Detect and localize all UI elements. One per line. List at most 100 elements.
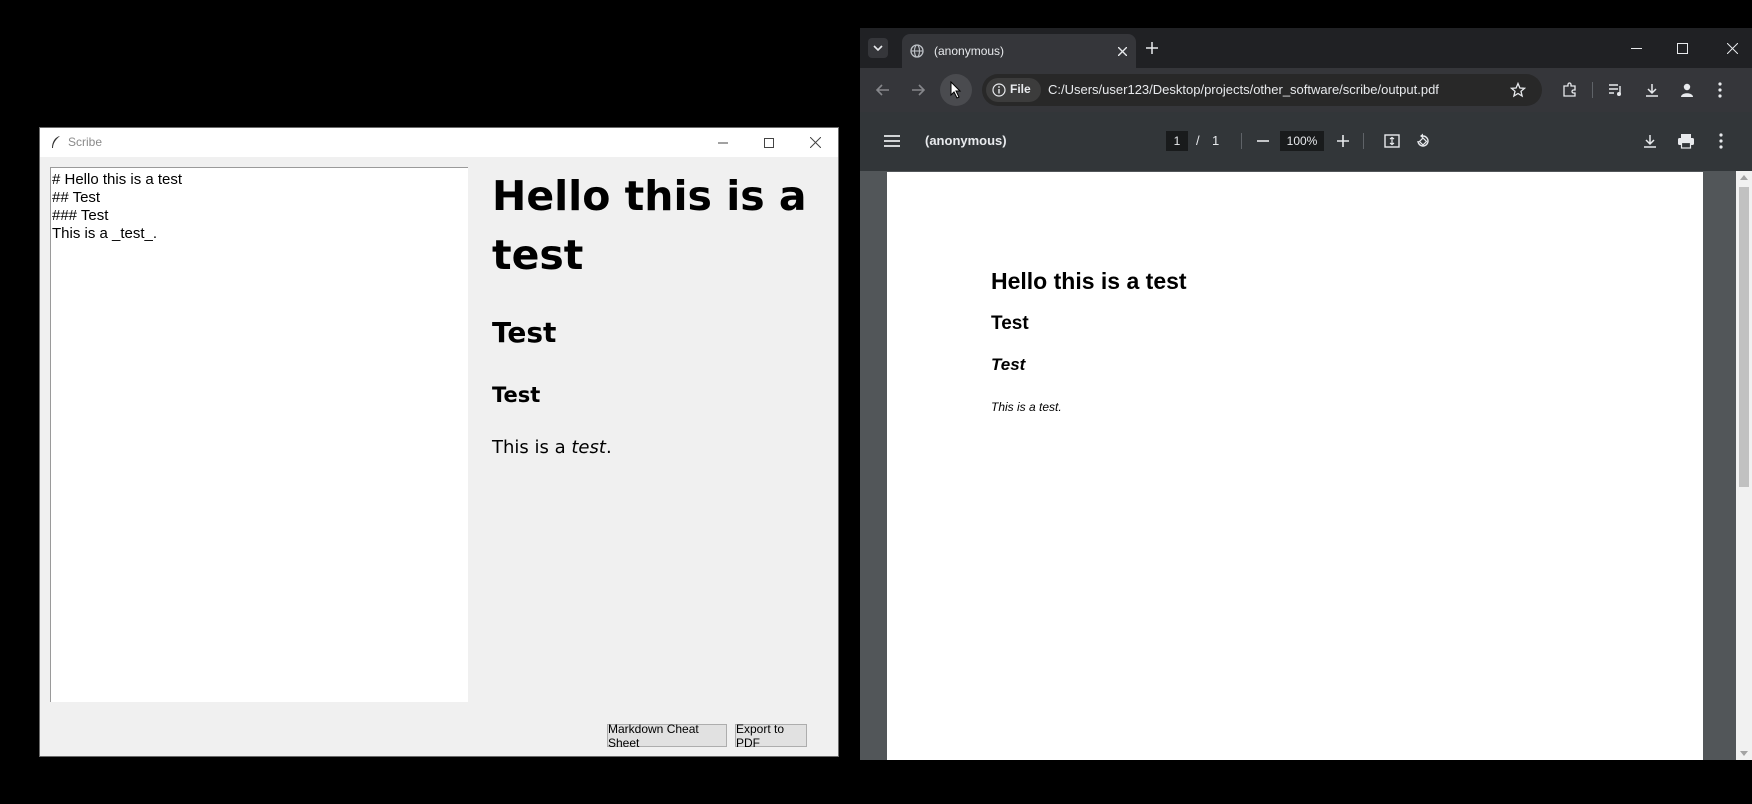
print-button[interactable] [1676, 131, 1696, 151]
title-bar[interactable]: Scribe [40, 128, 838, 157]
tab-strip: (anonymous) [860, 28, 1752, 68]
sidebar-menu-button[interactable] [882, 131, 902, 151]
page-total: 1 [1212, 133, 1220, 148]
new-tab-button[interactable] [1142, 38, 1162, 58]
fit-to-page-button[interactable] [1382, 131, 1402, 151]
mouse-cursor-icon [950, 81, 962, 99]
tab-title: (anonymous) [934, 44, 1005, 58]
download-icon [1644, 135, 1656, 148]
preview-paragraph-text: This is a [492, 437, 572, 458]
back-button[interactable] [873, 80, 893, 100]
toolbar-divider [1241, 133, 1242, 149]
minimize-button[interactable] [1626, 38, 1646, 58]
preview-emphasis: test [571, 437, 606, 458]
media-controls-button[interactable] [1606, 80, 1626, 100]
minimize-button[interactable] [700, 128, 746, 157]
puzzle-icon [1563, 82, 1576, 97]
tab-search-button[interactable] [868, 38, 888, 58]
close-window-button[interactable] [1722, 38, 1742, 58]
forward-button[interactable] [908, 80, 928, 100]
browser-tab[interactable]: (anonymous) [902, 34, 1136, 68]
pdf-heading-2: Test [991, 313, 1029, 334]
page-separator: / [1196, 133, 1200, 148]
download-icon [1646, 84, 1658, 97]
pdf-heading-1: Hello this is a test [991, 268, 1187, 294]
plus-icon [1337, 135, 1349, 147]
close-icon [809, 137, 821, 148]
info-icon [992, 83, 1006, 97]
address-bar[interactable]: File C:/Users/user123/Desktop/projects/o… [982, 74, 1542, 106]
scrollbar-thumb[interactable] [1739, 187, 1749, 487]
rotate-button[interactable] [1413, 131, 1433, 151]
browser-menu-button[interactable] [1710, 80, 1730, 100]
pdf-heading-3: Test [991, 355, 1026, 374]
scroll-up-arrow-icon [1740, 175, 1748, 180]
preview-paragraph: This is a test. [492, 437, 612, 458]
pdf-paragraph: This is a test. [991, 400, 1062, 414]
minimize-icon [718, 142, 728, 143]
bookmark-button[interactable] [1508, 80, 1528, 100]
star-icon [1510, 82, 1526, 98]
editor-line: ## Test [52, 189, 101, 206]
profile-button[interactable] [1677, 80, 1697, 100]
pdf-viewer-toolbar: (anonymous) 1 / 1 100% [860, 112, 1752, 171]
pdf-more-options-button[interactable] [1711, 131, 1731, 151]
maximize-button[interactable] [746, 128, 792, 157]
editor-line: ### Test [52, 207, 109, 224]
maximize-button[interactable] [1672, 38, 1692, 58]
site-info-chip[interactable]: File [986, 78, 1041, 102]
plus-icon [1146, 42, 1158, 54]
globe-icon [910, 44, 924, 58]
preview-heading-2: Test [492, 316, 557, 349]
maximize-icon [764, 137, 774, 148]
pdf-download-button[interactable] [1640, 131, 1660, 151]
scroll-down-arrow-icon [1740, 751, 1748, 756]
minus-icon [1257, 140, 1269, 142]
arrow-left-icon [876, 84, 889, 96]
pdf-content-area: Hello this is a test Test Test This is a… [860, 171, 1752, 760]
feather-icon [52, 136, 60, 148]
window-title: Scribe [68, 135, 103, 149]
rotate-icon [1417, 133, 1429, 147]
zoom-out-button[interactable] [1253, 131, 1273, 151]
preview-paragraph-end: . [605, 437, 612, 458]
arrow-right-icon [912, 84, 925, 96]
reload-button[interactable] [940, 74, 972, 106]
close-button[interactable] [792, 128, 838, 157]
markdown-cheat-sheet-button[interactable]: Markdown Cheat Sheet [607, 722, 727, 750]
export-to-pdf-button[interactable]: Export to PDF [735, 722, 807, 750]
extensions-button[interactable] [1560, 80, 1580, 100]
more-vertical-icon [1719, 133, 1723, 149]
preview-heading-1: Hello this is a test [492, 172, 807, 279]
preview-heading-3: Test [492, 383, 541, 407]
fit-page-icon [1384, 134, 1400, 148]
zoom-in-button[interactable] [1333, 131, 1353, 151]
editor-line: # Hello this is a test [52, 171, 183, 188]
url-text: C:/Users/user123/Desktop/projects/other_… [1048, 82, 1439, 97]
browser-window: (anonymous) File C:/Users/user123/Deskto… [860, 28, 1752, 760]
close-tab-button[interactable] [1114, 43, 1130, 59]
scribe-window: Scribe # Hello this is a test ## Test ##… [39, 127, 839, 757]
toolbar-divider [1592, 82, 1593, 98]
hamburger-icon [884, 135, 900, 147]
close-icon [1726, 42, 1738, 54]
playlist-icon [1609, 84, 1621, 96]
browser-toolbar: File C:/Users/user123/Desktop/projects/o… [860, 68, 1752, 112]
printer-icon [1678, 134, 1694, 149]
scheme-label: File [1010, 82, 1031, 96]
pdf-document-title: (anonymous) [925, 133, 1007, 148]
markdown-editor[interactable]: # Hello this is a test ## Test ### Test … [50, 167, 468, 702]
minimize-icon [1630, 47, 1642, 49]
pdf-scrollbar[interactable] [1736, 171, 1752, 760]
page-number-input[interactable]: 1 [1166, 131, 1188, 151]
downloads-button[interactable] [1642, 80, 1662, 100]
maximize-icon [1676, 42, 1688, 54]
zoom-input[interactable]: 100% [1280, 131, 1324, 151]
pdf-page: Hello this is a test Test Test This is a… [887, 172, 1703, 760]
more-vertical-icon [1718, 82, 1722, 98]
chevron-down-icon [873, 45, 883, 51]
toolbar-divider [1363, 133, 1364, 149]
editor-line: This is a _test_. [52, 225, 158, 242]
close-icon [1117, 46, 1127, 56]
person-icon [1681, 83, 1693, 97]
